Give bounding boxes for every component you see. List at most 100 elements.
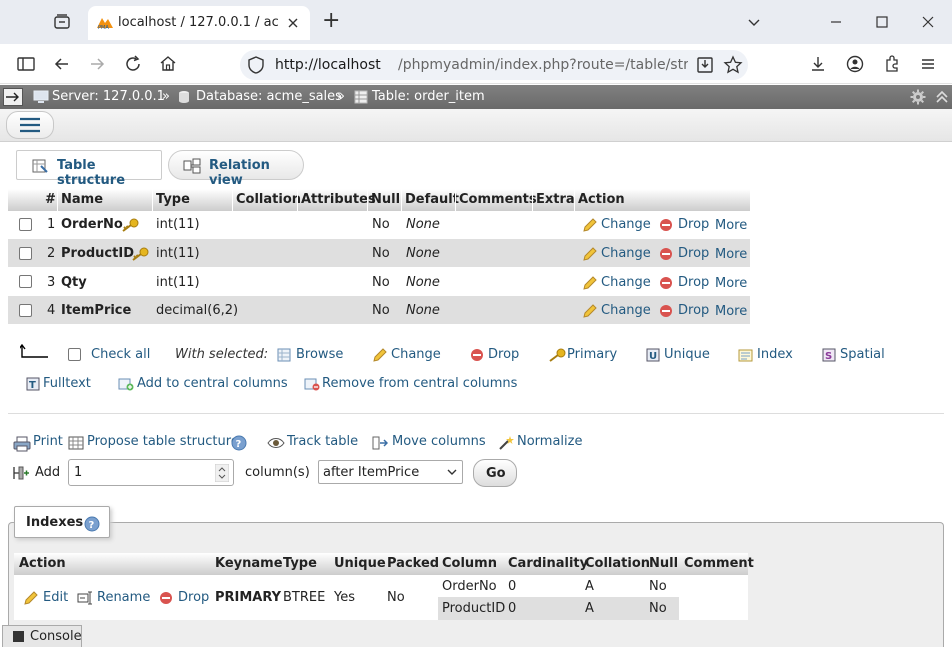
settings-gear-icon[interactable] xyxy=(910,89,926,105)
sidebar-toggle-icon[interactable] xyxy=(16,54,36,74)
help-icon[interactable]: ? xyxy=(231,435,247,451)
more-actions-button[interactable]: More xyxy=(715,276,747,291)
bulk-drop-button[interactable]: Drop xyxy=(488,347,519,362)
column-type: int(11) xyxy=(156,246,200,261)
tab-groups-icon[interactable] xyxy=(52,12,72,32)
tab-table-structure-label: Table structure xyxy=(57,158,126,188)
breadcrumb-table[interactable]: Table: order_item xyxy=(372,89,485,104)
reload-icon[interactable] xyxy=(123,54,143,74)
normalize-button[interactable]: Normalize xyxy=(517,434,582,449)
chevron-down-icon[interactable] xyxy=(744,12,764,32)
drop-column-button[interactable]: Drop xyxy=(678,275,709,290)
index-edit-button[interactable]: Edit xyxy=(43,590,68,605)
bulk-spatial-button[interactable]: Spatial xyxy=(840,347,885,362)
add-columns-count-value: 1 xyxy=(74,465,83,480)
number-spinner-icon[interactable] xyxy=(215,464,229,482)
maximize-icon[interactable] xyxy=(872,12,892,32)
help-icon[interactable]: ? xyxy=(84,516,100,532)
profile-icon[interactable] xyxy=(845,54,865,74)
column-default: None xyxy=(406,303,440,318)
idx-header-comment: Comment xyxy=(684,556,754,571)
menu-icon[interactable] xyxy=(918,54,938,74)
col-header-name[interactable]: Name xyxy=(61,192,103,207)
bulk-index-button[interactable]: Index xyxy=(757,347,793,362)
minimize-icon[interactable] xyxy=(826,12,846,32)
move-columns-button[interactable]: Move columns xyxy=(392,434,486,449)
forward-icon[interactable] xyxy=(87,54,107,74)
more-actions-button[interactable]: More xyxy=(715,218,747,233)
tab-relation-view[interactable]: Relation view xyxy=(168,150,304,188)
move-columns-icon xyxy=(372,435,388,451)
change-column-button[interactable]: Change xyxy=(601,275,651,290)
svg-text:?: ? xyxy=(89,520,95,531)
console-toggle[interactable]: Console xyxy=(2,625,82,647)
index-drop-button[interactable]: Drop xyxy=(178,590,209,605)
row-checkbox[interactable] xyxy=(19,304,32,317)
check-all-label[interactable]: Check all xyxy=(91,347,150,362)
column-name[interactable]: ItemPrice xyxy=(61,303,131,318)
breadcrumb-separator: » xyxy=(162,89,170,104)
close-window-icon[interactable] xyxy=(918,12,938,32)
breadcrumb-server[interactable]: Server: 127.0.0.1 xyxy=(52,89,165,104)
column-name[interactable]: Qty xyxy=(61,275,87,290)
track-table-button[interactable]: Track table xyxy=(287,434,358,449)
bulk-add-central-button[interactable]: Add to central columns xyxy=(137,376,288,391)
collapse-top-menu-icon[interactable] xyxy=(934,89,950,105)
add-columns-count-input[interactable]: 1 xyxy=(68,459,234,486)
svg-text:S: S xyxy=(825,351,832,362)
back-icon[interactable] xyxy=(52,54,72,74)
close-tab-icon[interactable] xyxy=(286,16,300,30)
bulk-browse-button[interactable]: Browse xyxy=(296,347,343,362)
row-checkbox[interactable] xyxy=(19,218,32,231)
change-column-button[interactable]: Change xyxy=(601,217,651,232)
change-column-button[interactable]: Change xyxy=(601,246,651,261)
bulk-fulltext-button[interactable]: Fulltext xyxy=(43,376,91,391)
bulk-primary-button[interactable]: Primary xyxy=(567,347,617,362)
tab-title: localhost / 127.0.0.1 / acme_sale xyxy=(118,15,278,30)
idx-header-collation: Collation xyxy=(585,556,651,571)
column-name[interactable]: ProductID xyxy=(61,246,134,261)
browser-tab-active[interactable]: PMA localhost / 127.0.0.1 / acme_sale xyxy=(88,6,310,40)
svg-text:U: U xyxy=(649,351,657,362)
column-type: int(11) xyxy=(156,275,200,290)
bookmark-star-icon[interactable] xyxy=(723,55,743,75)
col-header-action: Action xyxy=(578,192,625,207)
idx-header-null: Null xyxy=(649,556,679,571)
row-checkbox[interactable] xyxy=(19,275,32,288)
print-icon xyxy=(13,436,31,452)
breadcrumb-database[interactable]: Database: acme_sales xyxy=(196,89,342,104)
propose-structure-button[interactable]: Propose table structure xyxy=(87,434,239,449)
bulk-unique-button[interactable]: Unique xyxy=(664,347,710,362)
column-null: No xyxy=(372,246,390,261)
col-header-comments: Comments xyxy=(459,192,537,207)
column-name[interactable]: OrderNo xyxy=(61,217,123,232)
row-checkbox[interactable] xyxy=(19,247,32,260)
check-all-checkbox[interactable] xyxy=(68,348,81,361)
home-icon[interactable] xyxy=(158,54,178,74)
bulk-change-button[interactable]: Change xyxy=(391,347,441,362)
address-bar[interactable]: http://localhost /phpmyadmin/index.php?r… xyxy=(240,50,748,80)
more-actions-button[interactable]: More xyxy=(715,304,747,319)
bulk-remove-central-button[interactable]: Remove from central columns xyxy=(322,376,517,391)
column-position-select[interactable]: after ItemPrice xyxy=(318,460,463,484)
fulltext-icon: T xyxy=(26,377,40,391)
tab-table-structure[interactable]: Table structure xyxy=(16,150,162,188)
index-rename-button[interactable]: Rename xyxy=(97,590,150,605)
extensions-icon[interactable] xyxy=(882,54,902,74)
change-column-button[interactable]: Change xyxy=(601,303,651,318)
hamburger-menu-button[interactable] xyxy=(6,111,54,139)
column-null: No xyxy=(372,275,390,290)
collapse-navigation-button[interactable] xyxy=(3,88,23,106)
downloads-icon[interactable] xyxy=(808,54,828,74)
drop-column-button[interactable]: Drop xyxy=(678,246,709,261)
drop-column-button[interactable]: Drop xyxy=(678,303,709,318)
install-app-icon[interactable] xyxy=(695,55,715,75)
svg-text:T: T xyxy=(29,380,36,391)
col-header-extra: Extra xyxy=(536,192,575,207)
drop-column-button[interactable]: Drop xyxy=(678,217,709,232)
site-info-icon[interactable] xyxy=(247,55,265,75)
new-tab-button[interactable]: + xyxy=(322,8,340,33)
more-actions-button[interactable]: More xyxy=(715,247,747,262)
print-button[interactable]: Print xyxy=(33,434,63,449)
go-button[interactable]: Go xyxy=(473,459,517,487)
